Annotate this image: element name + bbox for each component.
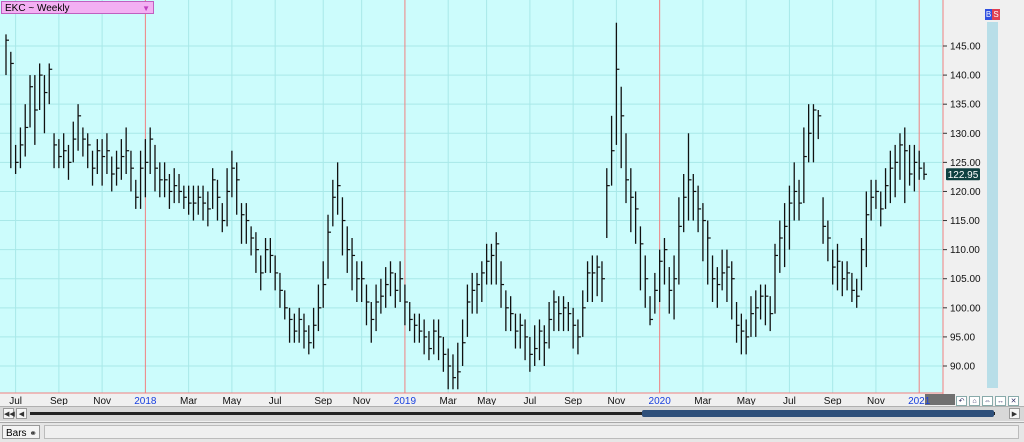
y-tick-label: 90.00 xyxy=(950,362,975,373)
chart-area[interactable]: 90.00 95.00 100.00 105.00 110.00 115.00 120.00… xyxy=(0,0,1024,405)
scroll-left-icon[interactable]: ◀ xyxy=(16,408,27,419)
y-tick-label: 95.00 xyxy=(950,332,975,343)
scroll-right-icon[interactable]: ▶ xyxy=(1009,408,1020,419)
right-scroll-strip[interactable] xyxy=(987,22,998,388)
chart-tools: ↶ ⌂ ⇔ ↔ ✕ xyxy=(956,394,1019,406)
y-axis-labels: 90.00 95.00 100.00 105.00 110.00 115.00 120.00… xyxy=(943,42,981,373)
y-tick-label: 140.00 xyxy=(950,71,981,82)
scroll-thumb[interactable] xyxy=(642,410,994,417)
compress-icon[interactable]: ⇔ xyxy=(982,396,993,406)
x-month-label: Jul xyxy=(269,396,282,405)
expand-icon[interactable]: ↔ xyxy=(995,396,1006,406)
x-month-label: Sep xyxy=(824,396,842,405)
x-month-label: Sep xyxy=(50,396,68,405)
scroll-first-icon[interactable]: ◀◀ xyxy=(3,408,15,419)
y-tick-label: 115.00 xyxy=(950,216,980,227)
x-year-label: 2019 xyxy=(394,396,417,405)
y-tick-label: 130.00 xyxy=(950,129,981,140)
close-icon[interactable]: ✕ xyxy=(1008,396,1019,406)
last-price-marker: 122.95 xyxy=(946,168,980,181)
x-month-label: Mar xyxy=(180,396,198,405)
x-month-label: Jul xyxy=(783,396,796,405)
x-year-label: 2021 xyxy=(908,396,931,405)
x-month-label: May xyxy=(737,396,756,405)
status-bar: Bars ⚭ xyxy=(0,422,1024,442)
plot-background xyxy=(0,0,943,393)
buy-button[interactable]: B xyxy=(985,9,992,20)
zoom-fit-icon[interactable]: ⌂ xyxy=(969,396,980,406)
sell-button[interactable]: S xyxy=(992,9,1000,20)
x-month-label: Sep xyxy=(314,396,332,405)
y-tick-label: 100.00 xyxy=(950,303,981,314)
link-icon: ⚭ xyxy=(29,428,37,438)
x-month-label: Nov xyxy=(353,396,371,405)
symbol-selector[interactable]: EKC ~ Weekly ▼ xyxy=(1,1,154,14)
horizontal-scrollbar[interactable]: ◀◀ ◀ ▶ xyxy=(0,406,1024,421)
y-tick-label: 110.00 xyxy=(950,245,980,256)
x-axis-labels: Jul Sep Nov 2018 Mar May Jul Sep Nov 2019 Mar May Ju… xyxy=(9,396,931,405)
buy-sell-toggle[interactable]: B S xyxy=(985,9,1000,20)
x-month-label: Jul xyxy=(9,396,22,405)
x-year-label: 2020 xyxy=(649,396,672,405)
y-tick-label: 145.00 xyxy=(950,42,981,53)
last-price-label: 122.95 xyxy=(948,170,979,181)
x-month-label: Nov xyxy=(607,396,625,405)
y-tick-label: 105.00 xyxy=(950,274,981,285)
x-month-label: May xyxy=(222,396,241,405)
y-tick-label: 120.00 xyxy=(950,187,981,198)
status-panel xyxy=(44,425,1019,439)
chevron-down-icon[interactable]: ▼ xyxy=(142,2,150,15)
tab-bars-label: Bars xyxy=(6,428,27,439)
y-tick-label: 135.00 xyxy=(950,100,981,111)
price-chart[interactable]: 90.00 95.00 100.00 105.00 110.00 115.00 120.00… xyxy=(0,0,1024,405)
x-month-label: Nov xyxy=(867,396,885,405)
x-month-label: Mar xyxy=(440,396,458,405)
y-tick-label: 125.00 xyxy=(950,158,981,169)
x-month-label: Nov xyxy=(93,396,111,405)
x-year-label: 2018 xyxy=(134,396,157,405)
symbol-label: EKC ~ Weekly xyxy=(5,3,70,14)
x-month-label: Sep xyxy=(564,396,582,405)
tab-bars[interactable]: Bars ⚭ xyxy=(2,425,40,439)
x-month-label: Jul xyxy=(523,396,536,405)
x-month-label: May xyxy=(477,396,496,405)
x-month-label: Mar xyxy=(694,396,712,405)
undo-icon[interactable]: ↶ xyxy=(956,396,967,406)
